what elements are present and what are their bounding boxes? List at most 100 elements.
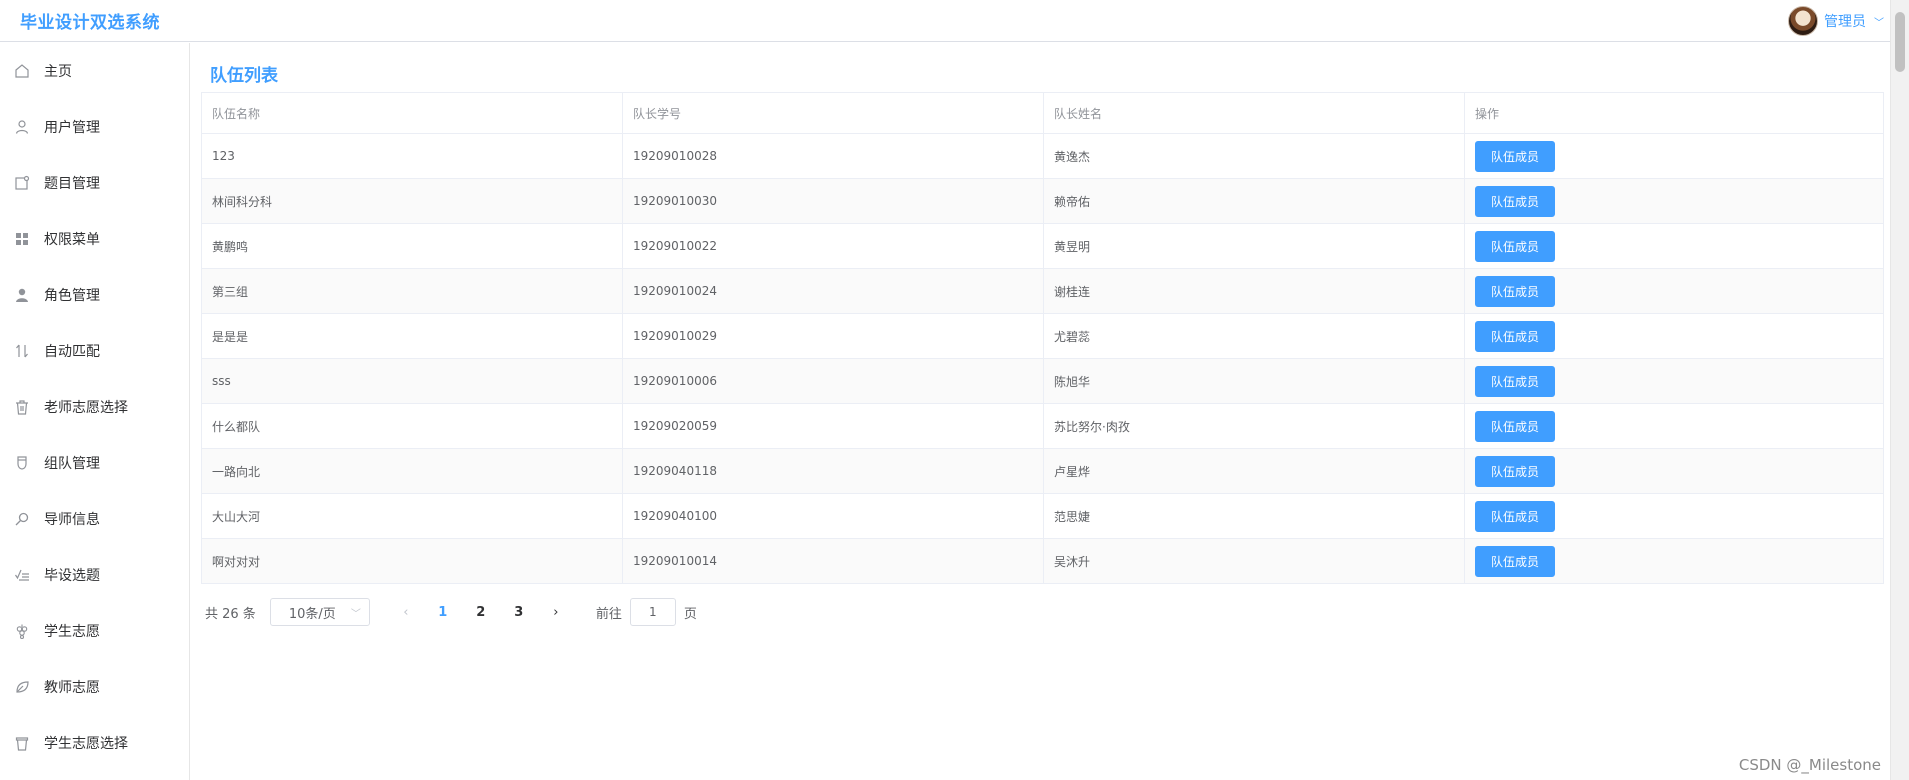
page-size-value: 10条/页	[288, 606, 336, 622]
sidebar-item-label: 自动匹配	[44, 344, 100, 360]
sidebar-item-student-preference-select[interactable]: 学生志愿选择	[0, 715, 189, 771]
home-icon	[14, 63, 30, 79]
page-title: 队伍列表	[210, 66, 278, 86]
team-members-button[interactable]: 队伍成员	[1475, 500, 1556, 532]
leader-name-cell: 谢桂连	[1044, 269, 1465, 313]
sidebar-item-label: 组队管理	[44, 456, 100, 472]
leader-id-cell: 19209010024	[623, 269, 1044, 313]
sidebar-item-home[interactable]: 主页	[0, 43, 189, 99]
table-row: 啊对对对 19209010014 吴沐升 队伍成员	[202, 539, 1883, 584]
prev-page-button[interactable]: ‹	[391, 598, 421, 626]
table-header: 队伍名称 队长学号 队长姓名 操作	[202, 93, 1883, 134]
goto-page-input[interactable]	[629, 598, 676, 626]
leader-name-cell: 黄逸杰	[1044, 134, 1465, 178]
leader-id-cell: 19209020059	[623, 404, 1044, 448]
leader-id-cell: 19209010028	[623, 134, 1044, 178]
sidebar-item-role-management[interactable]: 角色管理	[0, 267, 189, 323]
table-row: 什么都队 19209020059 苏比努尔·肉孜 队伍成员	[202, 404, 1883, 449]
team-name-cell: 是是是	[202, 314, 623, 358]
sidebar-item-auto-match[interactable]: 自动匹配	[0, 323, 189, 379]
leader-id-cell: 19209010030	[623, 179, 1044, 223]
sidebar-item-teacher-preference-select[interactable]: 老师志愿选择	[0, 379, 189, 435]
team-members-button[interactable]: 队伍成员	[1475, 410, 1556, 442]
team-name-cell: 一路向北	[202, 449, 623, 493]
leader-name-cell: 赖帝佑	[1044, 179, 1465, 223]
column-header-leader-name: 队长姓名	[1044, 93, 1465, 133]
leader-name-cell: 陈旭华	[1044, 359, 1465, 403]
next-page-button[interactable]: ›	[541, 598, 571, 626]
leader-id-cell: 19209010014	[623, 539, 1044, 583]
sidebar-item-thesis-topic[interactable]: 毕设选题	[0, 547, 189, 603]
column-header-leader-id: 队长学号	[623, 93, 1044, 133]
team-members-button[interactable]: 队伍成员	[1475, 365, 1556, 397]
team-members-button[interactable]: 队伍成员	[1475, 230, 1556, 262]
scrollbar-thumb[interactable]	[1895, 12, 1905, 72]
table-row: 林间科分科 19209010030 赖帝佑 队伍成员	[202, 179, 1883, 224]
cup-icon	[14, 455, 30, 471]
sort-icon	[14, 343, 30, 359]
sidebar-item-label: 毕设选题	[44, 568, 100, 584]
sidebar-item-teacher-preference[interactable]: 教师志愿	[0, 659, 189, 715]
column-header-team-name: 队伍名称	[202, 93, 623, 133]
team-members-button[interactable]: 队伍成员	[1475, 320, 1556, 352]
avatar[interactable]	[1788, 6, 1818, 36]
table-row: 123 19209010028 黄逸杰 队伍成员	[202, 134, 1883, 179]
leader-name-cell: 苏比努尔·肉孜	[1044, 404, 1465, 448]
actions-cell: 队伍成员	[1465, 539, 1883, 583]
team-table: 队伍名称 队长学号 队长姓名 操作 123 19209010028 黄逸杰 队伍…	[201, 92, 1884, 584]
user-menu[interactable]: 管理员 ﹀	[1788, 4, 1884, 38]
page-number-3[interactable]: 3	[503, 598, 535, 626]
sidebar-item-label: 学生志愿	[44, 624, 100, 640]
team-members-button[interactable]: 队伍成员	[1475, 455, 1556, 487]
table-row: 是是是 19209010029 尤碧蕊 队伍成员	[202, 314, 1883, 359]
main-content: 队伍列表 队伍名称 队长学号 队长姓名 操作 123 19209010028 黄…	[191, 43, 1890, 780]
table-row: 黄鹏鸣 19209010022 黄昱明 队伍成员	[202, 224, 1883, 269]
sidebar-item-label: 导师信息	[44, 512, 100, 528]
leader-id-cell: 19209010029	[623, 314, 1044, 358]
sidebar-item-label: 用户管理	[44, 120, 100, 136]
sidebar-item-label: 权限菜单	[44, 232, 100, 248]
app-title: 毕业设计双选系统	[20, 13, 160, 33]
sidebar-item-advisor-info[interactable]: 导师信息	[0, 491, 189, 547]
team-members-button[interactable]: 队伍成员	[1475, 140, 1556, 172]
team-members-button[interactable]: 队伍成员	[1475, 275, 1556, 307]
table-row: 一路向北 19209040118 卢星烨 队伍成员	[202, 449, 1883, 494]
page-number-2[interactable]: 2	[465, 598, 497, 626]
team-name-cell: 啊对对对	[202, 539, 623, 583]
team-name-cell: sss	[202, 359, 623, 403]
sidebar-item-user-management[interactable]: 用户管理	[0, 99, 189, 155]
goto-label: 前往	[595, 606, 622, 622]
sidebar-item-student-preference[interactable]: 学生志愿	[0, 603, 189, 659]
chevron-down-icon: ﹀	[350, 608, 361, 620]
leader-name-cell: 吴沐升	[1044, 539, 1465, 583]
leader-id-cell: 19209010006	[623, 359, 1044, 403]
sidebar: 主页 用户管理 题目管理 权限菜单 角色管理 自动匹配 老师志愿选择 组队管理 …	[0, 43, 190, 780]
role-icon	[14, 287, 30, 303]
page-number-1[interactable]: 1	[427, 598, 459, 626]
chevron-down-icon[interactable]: ﹀	[1874, 14, 1884, 29]
team-members-button[interactable]: 队伍成员	[1475, 545, 1556, 577]
team-name-cell: 第三组	[202, 269, 623, 313]
bin-icon	[14, 735, 30, 751]
leader-name-cell: 尤碧蕊	[1044, 314, 1465, 358]
user-name[interactable]: 管理员	[1824, 11, 1866, 31]
page-unit-label: 页	[683, 606, 697, 622]
team-members-button[interactable]: 队伍成员	[1475, 185, 1556, 217]
team-name-cell: 什么都队	[202, 404, 623, 448]
actions-cell: 队伍成员	[1465, 404, 1883, 448]
team-name-cell: 大山大河	[202, 494, 623, 538]
actions-cell: 队伍成员	[1465, 314, 1883, 358]
trash-icon	[14, 399, 30, 415]
actions-cell: 队伍成员	[1465, 269, 1883, 313]
page-size-select[interactable]: 10条/页 ﹀	[269, 598, 370, 626]
team-name-cell: 林间科分科	[202, 179, 623, 223]
team-name-cell: 黄鹏鸣	[202, 224, 623, 268]
user-icon	[14, 119, 30, 135]
sidebar-item-permission-menu[interactable]: 权限菜单	[0, 211, 189, 267]
sidebar-item-topic-management[interactable]: 题目管理	[0, 155, 189, 211]
sidebar-item-team-management[interactable]: 组队管理	[0, 435, 189, 491]
leader-name-cell: 黄昱明	[1044, 224, 1465, 268]
vertical-scrollbar[interactable]	[1890, 0, 1909, 780]
column-header-actions: 操作	[1475, 106, 1500, 121]
top-header: 毕业设计双选系统 管理员 ﹀	[0, 0, 1890, 42]
